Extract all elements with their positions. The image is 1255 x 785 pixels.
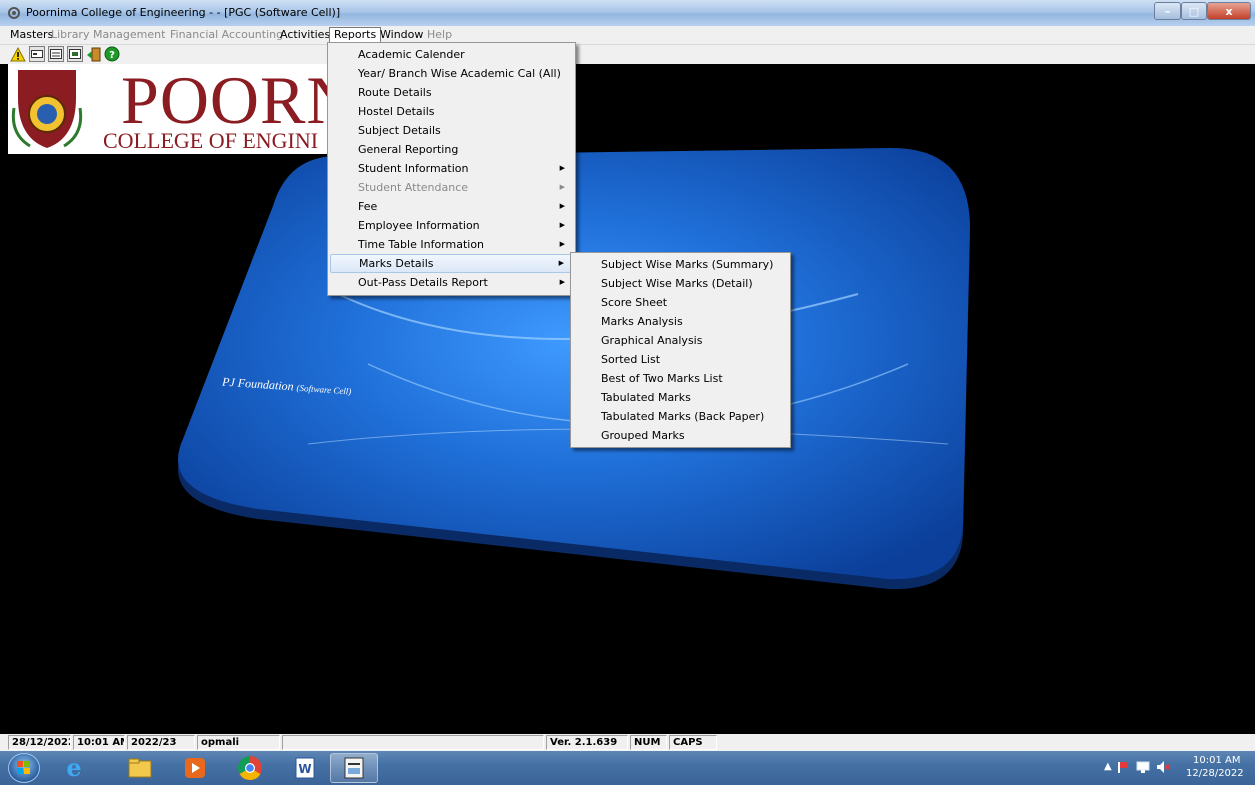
status-num: NUM (630, 735, 667, 750)
network-icon[interactable] (1136, 760, 1150, 774)
submenu-arrow-icon: ▶ (559, 183, 565, 191)
window-title: Poornima College of Engineering - - [PGC… (26, 6, 341, 19)
windows-logo-icon (17, 761, 30, 774)
menu-item-employee-information[interactable]: Employee Information ▶ (330, 216, 573, 235)
menu-item-student-attendance[interactable]: Student Attendance ▶ (330, 178, 573, 197)
submenu-arrow-icon: ▶ (559, 164, 565, 172)
internet-explorer-icon[interactable]: e (50, 753, 98, 783)
title-bar[interactable]: Poornima College of Engineering - - [PGC… (0, 0, 1255, 26)
media-player-icon[interactable] (171, 753, 219, 783)
menu-item-label: Year/ Branch Wise Academic Cal (All) (358, 67, 561, 80)
menu-item-label: Student Information (358, 162, 469, 175)
form-icon[interactable] (48, 46, 64, 62)
college-crest-icon (11, 70, 83, 148)
submenu-arrow-icon: ▶ (559, 221, 565, 229)
menu-item-subject-details[interactable]: Subject Details (330, 121, 573, 140)
menu-item-label: Route Details (358, 86, 432, 99)
file-explorer-icon[interactable] (116, 753, 164, 783)
reports-menu: Academic Calender Year/ Branch Wise Acad… (327, 42, 576, 296)
submenu-arrow-icon: ▶ (559, 278, 565, 286)
svg-text:e: e (66, 755, 81, 781)
word-icon[interactable]: W (281, 753, 329, 783)
status-session: 2022/23 (127, 735, 195, 750)
menu-item-year-branch-academic-cal[interactable]: Year/ Branch Wise Academic Cal (All) (330, 64, 573, 83)
action-center-flag-icon[interactable] (1116, 760, 1130, 774)
logo-subtitle: COLLEGE OF ENGINI (103, 128, 319, 153)
menu-item-tabulated-marks-back-paper[interactable]: Tabulated Marks (Back Paper) (573, 407, 788, 426)
menu-item-general-reporting[interactable]: General Reporting (330, 140, 573, 159)
menu-bar: Masters Library Management Financial Acc… (0, 26, 1255, 45)
menu-item-time-table-information[interactable]: Time Table Information ▶ (330, 235, 573, 254)
keyboard-icon[interactable] (29, 46, 45, 62)
menu-item-route-details[interactable]: Route Details (330, 83, 573, 102)
app-icon (8, 7, 20, 19)
svg-text:?: ? (109, 50, 115, 61)
menu-item-label: Out-Pass Details Report (358, 276, 488, 289)
menu-item-label: General Reporting (358, 143, 459, 156)
menu-item-label: Fee (358, 200, 378, 213)
menu-item-label: Student Attendance (358, 181, 469, 194)
menu-item-hostel-details[interactable]: Hostel Details (330, 102, 573, 121)
status-user: opmali (197, 735, 280, 750)
menu-item-academic-calender[interactable]: Academic Calender (330, 45, 573, 64)
menu-activities[interactable]: Activities (276, 27, 334, 44)
svg-text:W: W (298, 762, 311, 776)
menu-item-label: Employee Information (358, 219, 480, 232)
menu-item-sorted-list[interactable]: Sorted List (573, 350, 788, 369)
clock-time[interactable]: 10:01 AM (1193, 755, 1240, 766)
menu-item-score-sheet[interactable]: Score Sheet (573, 293, 788, 312)
exit-door-icon[interactable] (86, 46, 102, 62)
menu-item-grouped-marks[interactable]: Grouped Marks (573, 426, 788, 445)
minimize-button[interactable]: – (1154, 2, 1181, 20)
taskbar: e W ▲ 10:01 AM 12/28/2022 (0, 751, 1255, 785)
close-button[interactable]: x (1207, 2, 1251, 20)
menu-item-student-information[interactable]: Student Information ▶ (330, 159, 573, 178)
menu-item-best-of-two-marks-list[interactable]: Best of Two Marks List (573, 369, 788, 388)
status-caps: CAPS (669, 735, 717, 750)
menu-item-label: Marks Details (359, 257, 434, 270)
toolbar: ? (0, 45, 1255, 64)
status-version: Ver. 2.1.639 (546, 735, 628, 750)
submenu-arrow-icon: ▶ (558, 259, 564, 267)
grid-icon[interactable] (67, 46, 83, 62)
menu-item-label: Academic Calender (358, 48, 465, 61)
menu-item-subject-wise-marks-detail[interactable]: Subject Wise Marks (Detail) (573, 274, 788, 293)
wallpaper-caption-sub: (Software Cell) (296, 382, 352, 397)
application-icon[interactable] (330, 753, 378, 783)
chrome-icon[interactable] (226, 753, 274, 783)
marks-details-submenu: Subject Wise Marks (Summary) Subject Wis… (570, 252, 791, 448)
menu-item-subject-wise-marks-summary[interactable]: Subject Wise Marks (Summary) (573, 255, 788, 274)
menu-item-graphical-analysis[interactable]: Graphical Analysis (573, 331, 788, 350)
menu-item-marks-details[interactable]: Marks Details ▶ (330, 254, 573, 273)
system-tray: ▲ 10:01 AM 12/28/2022 (1100, 751, 1255, 785)
menu-item-label: Hostel Details (358, 105, 435, 118)
status-date: 28/12/2022 (8, 735, 71, 750)
status-blank-pane (282, 735, 544, 750)
menu-item-marks-analysis[interactable]: Marks Analysis (573, 312, 788, 331)
status-time: 10:01 AM (73, 735, 125, 750)
menu-item-label: Time Table Information (358, 238, 485, 251)
warning-icon[interactable] (10, 46, 26, 62)
menu-library-management[interactable]: Library Management (47, 27, 169, 44)
clock-date[interactable]: 12/28/2022 (1186, 768, 1244, 779)
menu-item-tabulated-marks[interactable]: Tabulated Marks (573, 388, 788, 407)
menu-item-label: Subject Details (358, 124, 441, 137)
show-hidden-icons-icon[interactable]: ▲ (1104, 761, 1112, 772)
menu-item-out-pass-details-report[interactable]: Out-Pass Details Report ▶ (330, 273, 573, 292)
start-button[interactable] (8, 753, 40, 783)
status-bar: 28/12/2022 10:01 AM 2022/23 opmali Ver. … (0, 734, 1255, 751)
help-icon[interactable]: ? (104, 46, 120, 62)
menu-financial-accounting[interactable]: Financial Accounting (166, 27, 287, 44)
college-logo-banner: POORNI COLLEGE OF ENGINI (8, 64, 379, 154)
volume-muted-icon[interactable] (1156, 760, 1170, 774)
submenu-arrow-icon: ▶ (559, 240, 565, 248)
submenu-arrow-icon: ▶ (559, 202, 565, 210)
maximize-button[interactable]: □ (1181, 2, 1207, 20)
menu-item-fee[interactable]: Fee ▶ (330, 197, 573, 216)
